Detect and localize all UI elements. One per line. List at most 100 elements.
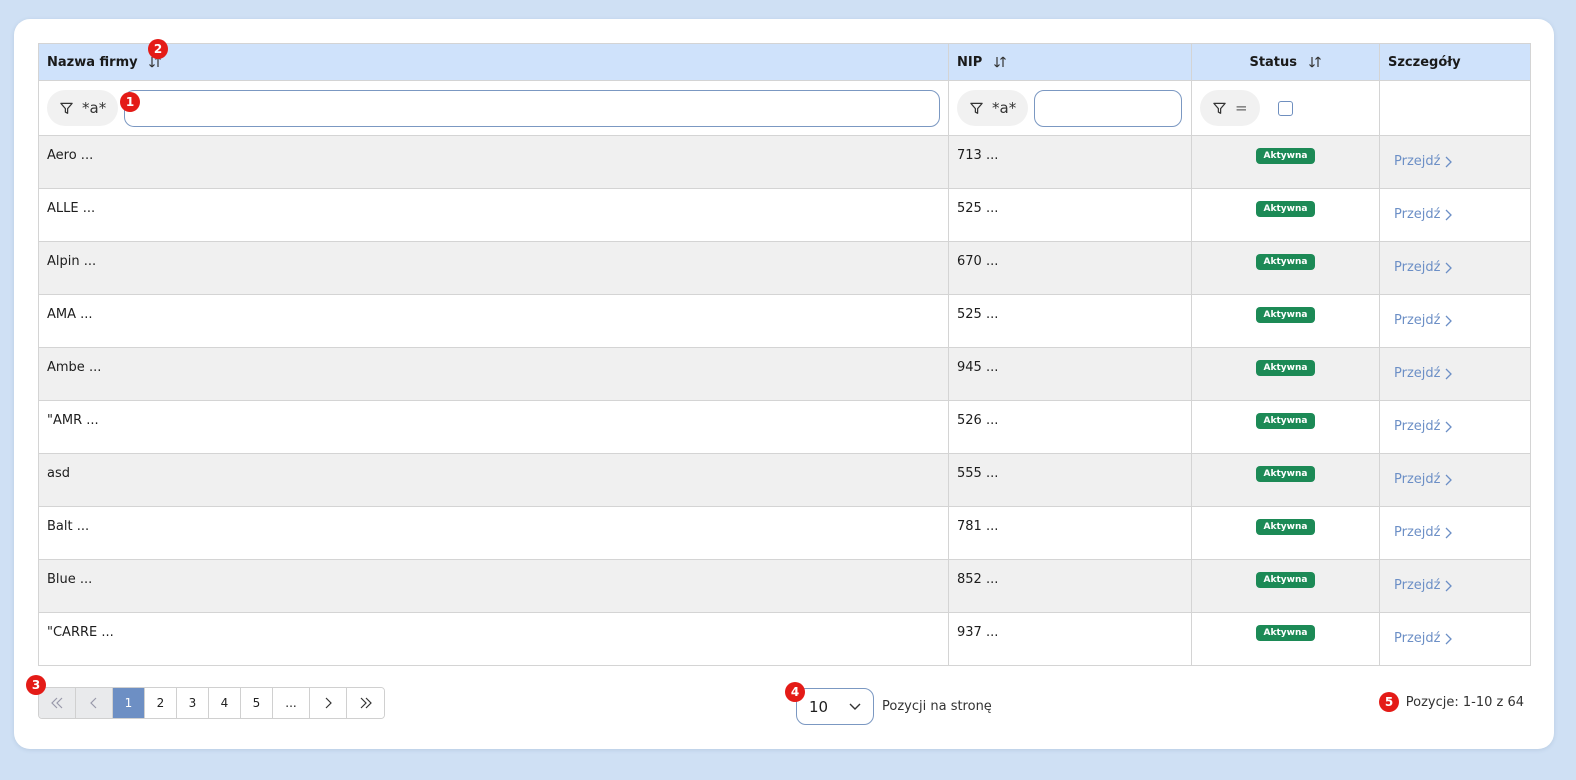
column-label-name: Nazwa firmy (47, 54, 138, 70)
table-card: Nazwa firmy NIP Status Szczegóły *a* *a*… (14, 19, 1554, 749)
status-badge: Aktywna (1255, 466, 1316, 482)
status-badge: Aktywna (1255, 625, 1316, 641)
cell-name: ALLE ... (38, 188, 949, 242)
table-row: Aero ... 713 ... Aktywna Przejdź (38, 135, 1531, 189)
filter-input-name[interactable] (124, 89, 940, 127)
last-page-button[interactable] (347, 688, 384, 718)
column-label-status: Status (1249, 54, 1298, 70)
chevron-right-icon (1446, 262, 1453, 273)
cell-nip: 781 ... (948, 506, 1192, 560)
status-badge: Aktywna (1255, 148, 1316, 164)
details-link[interactable]: Przejdź (1394, 366, 1453, 381)
filter-icon (60, 102, 73, 114)
page-size-label: Pozycji na stronę (882, 699, 992, 714)
details-link-label: Przejdź (1394, 525, 1441, 540)
page-size-value: 10 (809, 697, 829, 716)
page-size-select[interactable]: 10 (796, 688, 874, 725)
items-count: Pozycje: 1-10 z 64 (1405, 695, 1524, 710)
status-filter-checkbox[interactable] (1277, 100, 1293, 116)
cell-status: Aktywna (1191, 559, 1380, 613)
chevron-right-icon (1446, 156, 1453, 167)
cell-details: Przejdź (1379, 294, 1531, 348)
details-link[interactable]: Przejdź (1394, 313, 1453, 328)
cell-status: Aktywna (1191, 347, 1380, 401)
table-row: ALLE ... 525 ... Aktywna Przejdź (38, 188, 1531, 242)
details-link-label: Przejdź (1394, 419, 1441, 434)
details-link-label: Przejdź (1394, 578, 1441, 593)
cell-name: asd (38, 453, 949, 507)
double-chevron-right-icon (360, 697, 372, 709)
details-link[interactable]: Przejdź (1394, 154, 1453, 169)
filter-mode-status[interactable]: = (1200, 90, 1260, 126)
companies-table: Nazwa firmy NIP Status Szczegóły *a* *a*… (38, 43, 1531, 666)
page-button-3[interactable]: 3 (177, 688, 209, 718)
filter-mode-label: = (1235, 99, 1248, 117)
cell-nip: 713 ... (948, 135, 1192, 189)
cell-nip: 525 ... (948, 294, 1192, 348)
table-row: Balt ... 781 ... Aktywna Przejdź (38, 506, 1531, 560)
filter-icon (1213, 102, 1226, 114)
page-size-control: 10 Pozycji na stronę (796, 688, 992, 725)
cell-details: Przejdź (1379, 188, 1531, 242)
cell-details: Przejdź (1379, 135, 1531, 189)
cell-details: Przejdź (1379, 612, 1531, 666)
cell-name: Aero ... (38, 135, 949, 189)
cell-status: Aktywna (1191, 135, 1380, 189)
cell-nip: 670 ... (948, 241, 1192, 295)
status-badge: Aktywna (1255, 201, 1316, 217)
sort-icon[interactable] (1308, 55, 1322, 69)
table-row: asd 555 ... Aktywna Przejdź (38, 453, 1531, 507)
chevron-right-icon (1446, 421, 1453, 432)
annotation-marker-1: 1 (120, 92, 140, 112)
status-badge: Aktywna (1255, 254, 1316, 270)
details-link[interactable]: Przejdź (1394, 419, 1453, 434)
chevron-right-icon (1446, 633, 1453, 644)
cell-nip: 526 ... (948, 400, 1192, 454)
cell-nip: 937 ... (948, 612, 1192, 666)
filter-icon (970, 102, 983, 114)
cell-details: Przejdź (1379, 241, 1531, 295)
cell-name: Blue ... (38, 559, 949, 613)
details-link-label: Przejdź (1394, 207, 1441, 222)
cell-name: AMA ... (38, 294, 949, 348)
table-row: AMA ... 525 ... Aktywna Przejdź (38, 294, 1531, 348)
chevron-right-icon (1446, 209, 1453, 220)
chevron-right-icon (1446, 368, 1453, 379)
details-link-label: Przejdź (1394, 366, 1441, 381)
filter-input-nip[interactable] (1034, 89, 1183, 127)
page-ellipsis-button[interactable]: ... (273, 688, 310, 718)
cell-name: Balt ... (38, 506, 949, 560)
details-link-label: Przejdź (1394, 472, 1441, 487)
cell-details: Przejdź (1379, 559, 1531, 613)
details-link[interactable]: Przejdź (1394, 631, 1453, 646)
details-link-label: Przejdź (1394, 260, 1441, 275)
status-badge: Aktywna (1255, 519, 1316, 535)
details-link-label: Przejdź (1394, 631, 1441, 646)
filter-mode-nip[interactable]: *a* (957, 90, 1029, 126)
status-badge: Aktywna (1255, 360, 1316, 376)
cell-name: Alpin ... (38, 241, 949, 295)
prev-page-button[interactable] (76, 688, 113, 718)
status-badge: Aktywna (1255, 307, 1316, 323)
next-page-button[interactable] (310, 688, 347, 718)
page-button-1[interactable]: 1 (113, 688, 145, 718)
cell-name: "AMR ... (38, 400, 949, 454)
chevron-right-icon (1446, 315, 1453, 326)
cell-status: Aktywna (1191, 612, 1380, 666)
details-link[interactable]: Przejdź (1394, 207, 1453, 222)
sort-icon[interactable] (993, 55, 1007, 69)
first-page-button[interactable] (39, 688, 76, 718)
details-link[interactable]: Przejdź (1394, 525, 1453, 540)
filter-mode-name[interactable]: *a* (47, 90, 119, 126)
details-link[interactable]: Przejdź (1394, 260, 1453, 275)
page-button-5[interactable]: 5 (241, 688, 273, 718)
page-button-4[interactable]: 4 (209, 688, 241, 718)
details-link[interactable]: Przejdź (1394, 578, 1453, 593)
column-header-status[interactable]: Status (1191, 43, 1380, 81)
details-link[interactable]: Przejdź (1394, 472, 1453, 487)
cell-nip: 852 ... (948, 559, 1192, 613)
column-header-name[interactable]: Nazwa firmy (38, 43, 949, 81)
annotation-marker-5: 5 (1379, 692, 1399, 712)
column-header-nip[interactable]: NIP (948, 43, 1192, 81)
page-button-2[interactable]: 2 (145, 688, 177, 718)
